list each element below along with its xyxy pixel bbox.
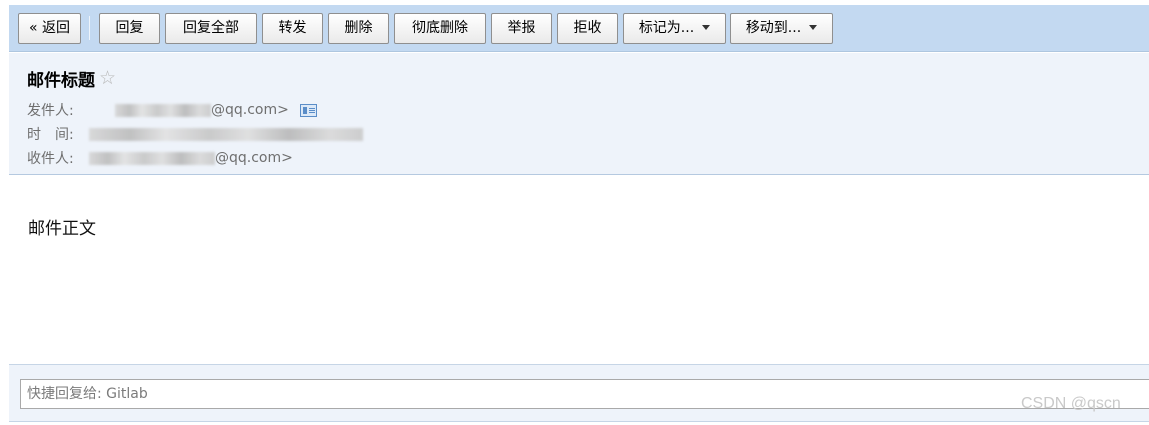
sender-label: 发件人:	[27, 103, 74, 119]
recipient-address[interactable]: @qq.com>	[215, 150, 293, 166]
move-to-dropdown[interactable]: 移动到...	[730, 13, 833, 44]
reject-button[interactable]: 拒收	[557, 13, 618, 44]
delete-permanently-button[interactable]: 彻底删除	[394, 13, 486, 44]
toolbar-separator	[89, 16, 90, 40]
mail-toolbar: « 返回 回复 回复全部 转发 删除 彻底删除 举报 拒收 标记为... 移动到…	[9, 5, 1149, 52]
star-icon[interactable]: ☆	[99, 69, 116, 88]
reply-all-button[interactable]: 回复全部	[165, 13, 257, 44]
time-label: 时 间:	[27, 127, 74, 143]
recipient-row: 收件人: @qq.com>	[27, 148, 293, 168]
mark-as-dropdown[interactable]: 标记为...	[623, 13, 726, 44]
recipient-redacted	[89, 151, 215, 165]
mail-body-text: 邮件正文	[28, 219, 96, 239]
watermark: CSDN @qscn	[1021, 395, 1121, 412]
back-button[interactable]: « 返回	[18, 13, 81, 44]
forward-button[interactable]: 转发	[262, 13, 323, 44]
delete-button[interactable]: 删除	[328, 13, 389, 44]
mail-header: 邮件标题 ☆ 发件人: @qq.com> 时 间: 收件人: @qq.com>	[9, 53, 1149, 175]
reply-button[interactable]: 回复	[99, 13, 160, 44]
caret-down-icon	[702, 24, 711, 30]
mail-subject: 邮件标题 ☆	[27, 66, 116, 92]
time-row: 时 间:	[27, 124, 363, 144]
mail-reader: « 返回 回复 回复全部 转发 删除 彻底删除 举报 拒收 标记为... 移动到…	[0, 0, 1149, 425]
contact-card-icon[interactable]	[299, 103, 317, 117]
report-button[interactable]: 举报	[491, 13, 552, 44]
mark-as-label: 标记为...	[638, 20, 695, 36]
sender-address[interactable]: @qq.com>	[211, 102, 289, 118]
subject-text: 邮件标题	[27, 71, 95, 91]
sender-redacted	[115, 103, 211, 117]
quick-reply-area	[9, 364, 1149, 422]
move-to-label: 移动到...	[745, 20, 802, 36]
time-redacted	[89, 127, 363, 141]
recipient-label: 收件人:	[27, 151, 74, 167]
caret-down-icon	[809, 24, 818, 30]
sender-row: 发件人: @qq.com>	[27, 100, 317, 120]
quick-reply-input[interactable]	[20, 379, 1149, 409]
